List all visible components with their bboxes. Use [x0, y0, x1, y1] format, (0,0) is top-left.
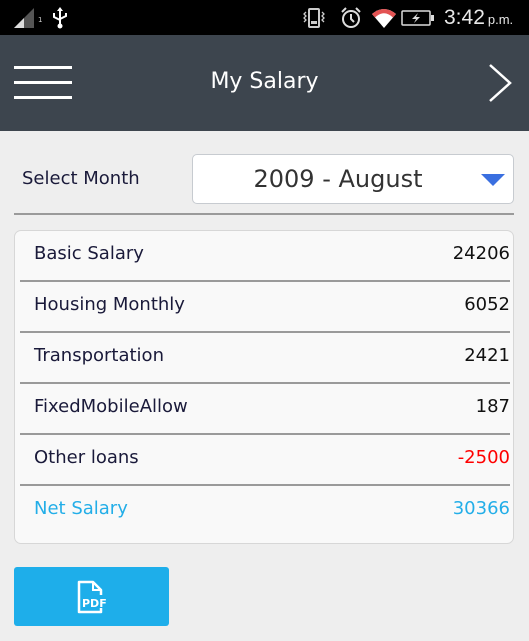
clock: 3:42 p.m. — [444, 0, 513, 35]
salary-row-value: 2421 — [464, 345, 510, 366]
salary-row-housing-monthly: Housing Monthly 6052 — [20, 282, 510, 333]
month-selector-row: Select Month 2009 - August — [14, 154, 514, 204]
pdf-icon-text: PDF — [82, 597, 107, 610]
pdf-file-icon: PDF — [77, 580, 107, 613]
sim-slot-label: 1 — [38, 15, 43, 24]
salary-row-label: Housing Monthly — [34, 294, 185, 315]
dropdown-arrow-icon — [481, 174, 505, 186]
wifi-icon — [372, 0, 396, 35]
salary-row-net-salary: Net Salary 30366 — [20, 486, 510, 537]
net-salary-value: 30366 — [452, 498, 510, 519]
usb-icon — [52, 0, 68, 35]
vibrate-icon — [303, 0, 325, 35]
net-salary-label: Net Salary — [34, 498, 128, 519]
salary-row-basic-salary: Basic Salary 24206 — [20, 231, 510, 282]
month-dropdown[interactable]: 2009 - August — [192, 154, 514, 204]
chevron-right-icon[interactable] — [482, 61, 516, 105]
month-label: Select Month — [22, 168, 140, 189]
clock-ampm: p.m. — [487, 12, 514, 27]
salary-row-value: 6052 — [464, 294, 510, 315]
salary-row-label: Basic Salary — [34, 243, 144, 264]
salary-row-label: FixedMobileAllow — [34, 396, 188, 417]
divider — [14, 213, 514, 215]
app-header: My Salary — [0, 35, 529, 131]
salary-row-value: 24206 — [452, 243, 510, 264]
salary-row-label: Transportation — [34, 345, 164, 366]
salary-row-other-loans: Other loans -2500 — [20, 435, 510, 486]
salary-row-transportation: Transportation 2421 — [20, 333, 510, 384]
clock-time: 3:42 — [444, 5, 485, 29]
status-bar: 1 3:42 p.m. — [0, 0, 529, 35]
page-title: My Salary — [210, 69, 319, 94]
download-pdf-button[interactable]: PDF — [14, 567, 169, 626]
salary-row-value-negative: -2500 — [457, 447, 510, 468]
month-dropdown-value: 2009 - August — [253, 165, 423, 193]
battery-charging-icon — [401, 0, 435, 35]
salary-row-value: 187 — [475, 396, 510, 417]
alarm-icon — [340, 0, 362, 35]
salary-breakdown-card: Basic Salary 24206 Housing Monthly 6052 … — [14, 230, 514, 544]
signal-icon — [14, 0, 36, 35]
salary-row-fixed-mobile-allow: FixedMobileAllow 187 — [20, 384, 510, 435]
salary-row-label: Other loans — [34, 447, 139, 468]
